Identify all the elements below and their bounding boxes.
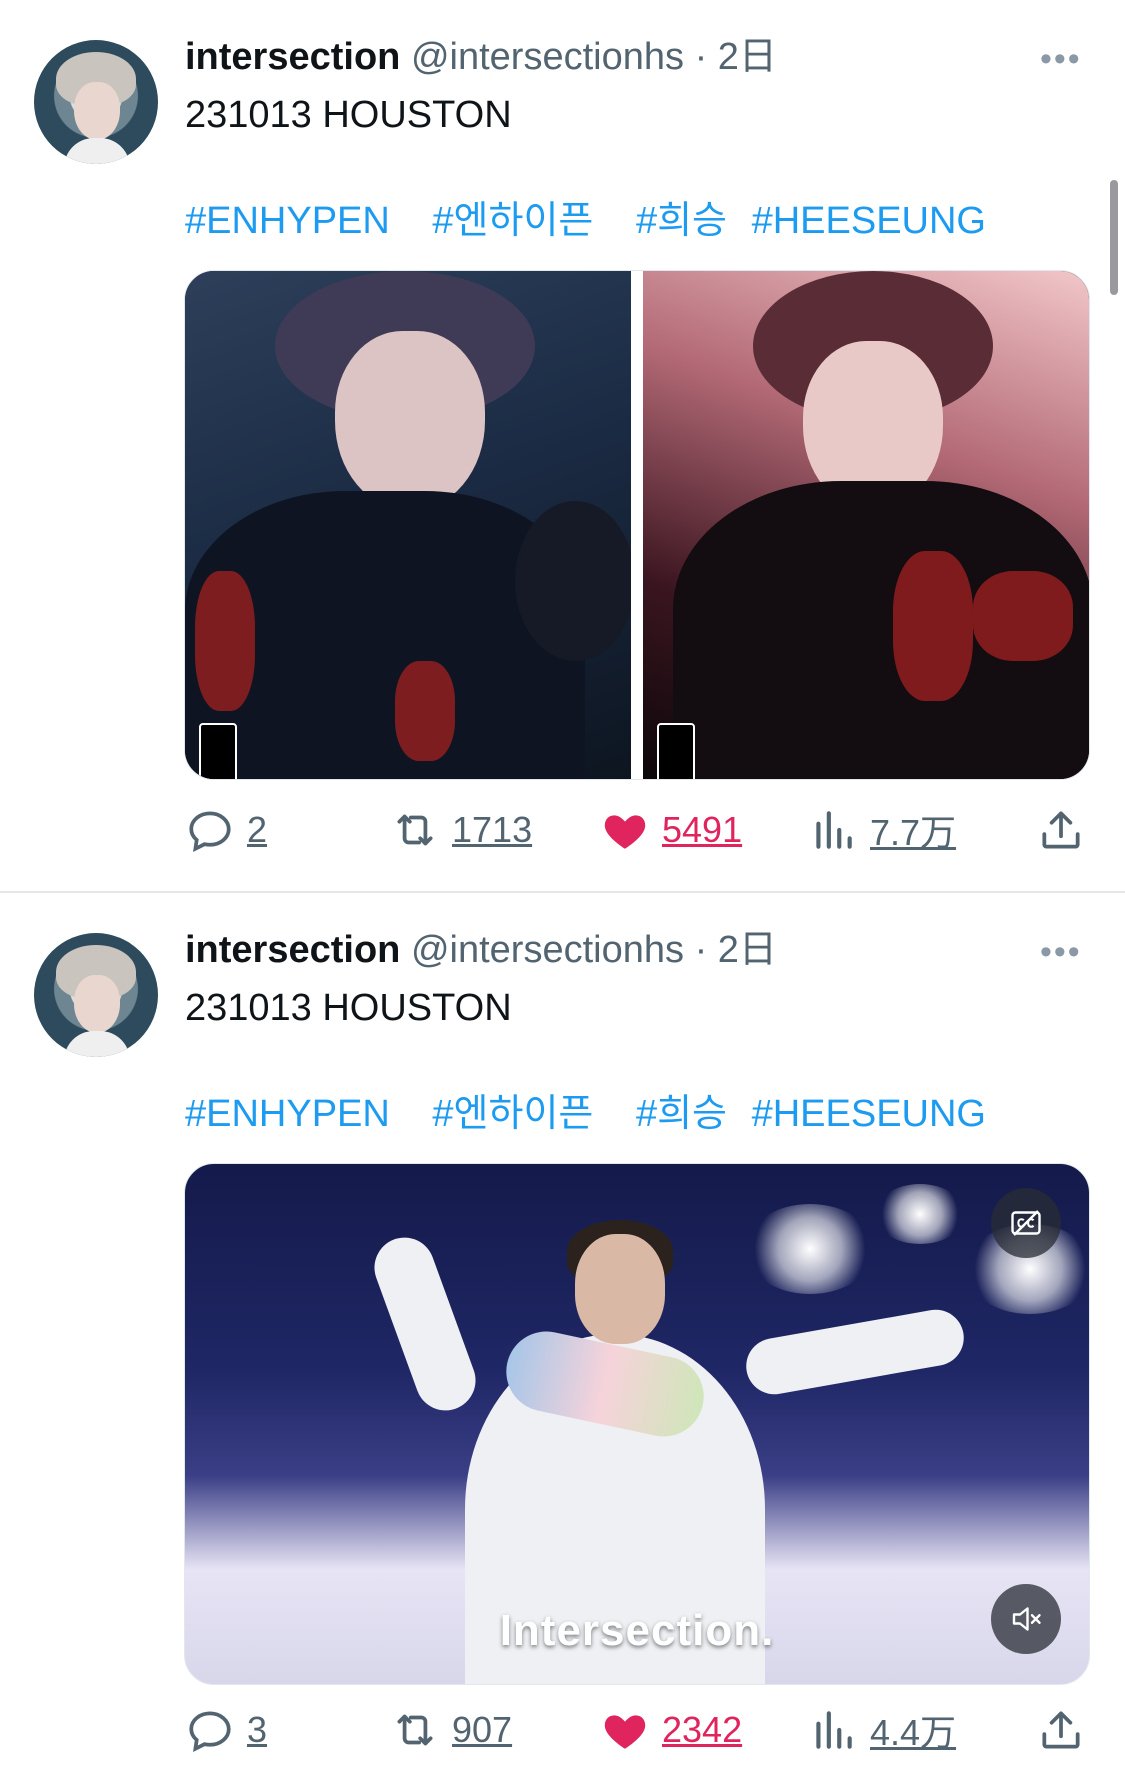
retweet-icon <box>397 1714 433 1746</box>
timestamp[interactable]: 2日 <box>718 36 777 78</box>
tweet-header: intersection @intersectionhs · 2日 <box>185 34 777 80</box>
author-handle[interactable]: @intersectionhs <box>411 929 684 971</box>
reply-count: 2 <box>247 809 268 850</box>
reply-button[interactable]: 2 <box>185 800 267 860</box>
reply-bubble-icon <box>189 1711 231 1753</box>
photo[interactable] <box>643 271 1089 779</box>
action-bar: 2 1713 5491 7.7万 <box>0 800 1125 860</box>
share-upload-icon <box>1042 811 1080 849</box>
hashtag-row: #ENHYPEN #엔하이픈 #희승 #HEESEUNG <box>185 1091 1018 1137</box>
more-icon[interactable]: ••• <box>1040 40 1082 79</box>
author-name[interactable]: intersection <box>185 929 400 971</box>
hashtag-link[interactable]: #HEESEUNG <box>752 200 986 242</box>
tweet-header: intersection @intersectionhs · 2日 <box>185 927 777 973</box>
author-handle[interactable]: @intersectionhs <box>411 36 684 78</box>
views-count: 7.7万 <box>870 812 957 853</box>
share-button[interactable] <box>1036 800 1086 860</box>
timestamp[interactable]: 2日 <box>718 929 777 971</box>
tweet[interactable]: intersection @intersectionhs · 2日 ••• 23… <box>0 0 1125 893</box>
separator: · <box>694 929 708 971</box>
captions-toggle-icon <box>1011 1210 1041 1236</box>
tweet-text: 231013 HOUSTON <box>185 94 512 136</box>
photo[interactable] <box>185 271 631 779</box>
views-button[interactable]: 7.7万 <box>808 800 956 860</box>
hashtag-row: #ENHYPEN #엔하이픈 #희승 #HEESEUNG <box>185 198 1018 244</box>
retweet-count: 1713 <box>452 809 533 850</box>
retweet-count: 907 <box>452 1709 513 1750</box>
share-upload-icon <box>1042 1711 1080 1749</box>
tweet-text: 231013 HOUSTON <box>185 987 512 1029</box>
hashtag-link[interactable]: #HEESEUNG <box>752 1093 986 1135</box>
bar-chart-icon <box>816 1711 852 1749</box>
separator: · <box>694 36 708 78</box>
like-button[interactable]: 5491 <box>600 800 742 860</box>
heart-filled-icon <box>604 815 646 849</box>
hashtag-link[interactable]: #ENHYPEN <box>185 1093 390 1135</box>
video-player[interactable]: Intersection. <box>184 1163 1090 1685</box>
views-button[interactable]: 4.4万 <box>808 1700 956 1760</box>
retweet-button[interactable]: 1713 <box>390 800 532 860</box>
share-button[interactable] <box>1036 1700 1086 1760</box>
mute-button[interactable] <box>991 1584 1061 1654</box>
hashtag-link[interactable]: #ENHYPEN <box>185 200 390 242</box>
reply-button[interactable]: 3 <box>185 1700 267 1760</box>
like-count: 5491 <box>662 809 743 850</box>
more-icon[interactable]: ••• <box>1040 933 1082 972</box>
photo-grid <box>184 270 1090 780</box>
hashtag-link[interactable]: #엔하이픈 <box>432 1093 593 1135</box>
reply-count: 3 <box>247 1709 268 1750</box>
views-count: 4.4万 <box>870 1712 957 1753</box>
author-name[interactable]: intersection <box>185 36 400 78</box>
hashtag-link[interactable]: #희승 <box>636 1093 727 1135</box>
scrollbar[interactable] <box>1110 180 1118 295</box>
watermark-tag <box>657 723 695 779</box>
hashtag-link[interactable]: #희승 <box>636 200 727 242</box>
video-caption: Intersection. <box>499 1606 775 1655</box>
captions-button[interactable] <box>991 1188 1061 1258</box>
speaker-muted-icon <box>1012 1607 1041 1631</box>
action-bar: 3 907 2342 4.4万 <box>0 1700 1125 1760</box>
watermark-tag <box>199 723 237 779</box>
like-count: 2342 <box>662 1709 743 1750</box>
hashtag-link[interactable]: #엔하이픈 <box>432 200 593 242</box>
retweet-button[interactable]: 907 <box>390 1700 512 1760</box>
avatar[interactable] <box>34 933 158 1057</box>
like-button[interactable]: 2342 <box>600 1700 742 1760</box>
retweet-icon <box>397 814 433 846</box>
bar-chart-icon <box>816 811 852 849</box>
avatar[interactable] <box>34 40 158 164</box>
reply-bubble-icon <box>189 811 231 853</box>
heart-filled-icon <box>604 1715 646 1749</box>
